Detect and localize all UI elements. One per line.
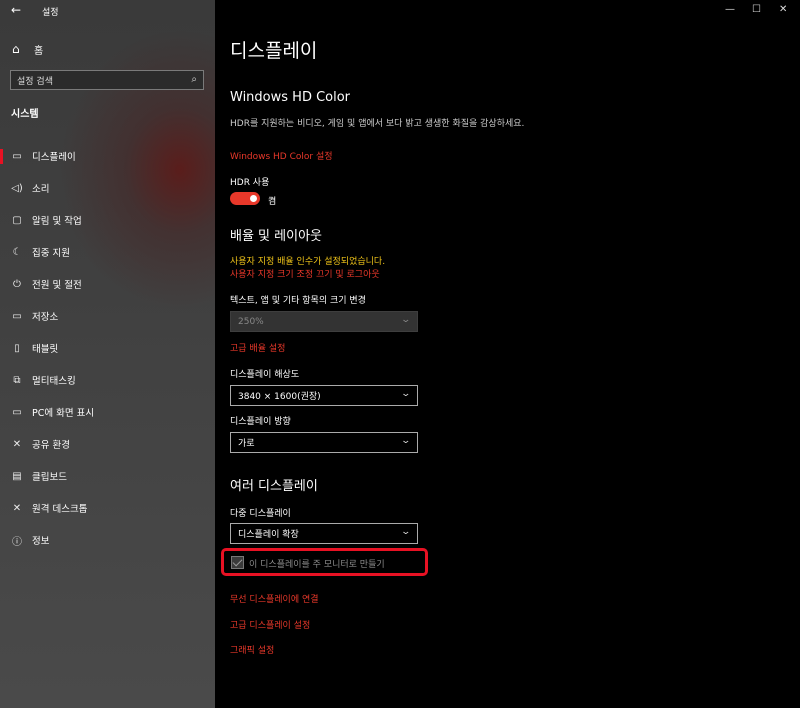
chevron-down-icon: ⌄	[400, 315, 412, 325]
section-heading-system: 시스템	[11, 109, 39, 120]
home-icon: ⌂	[12, 42, 20, 56]
sidebar-item-label: 저장소	[32, 312, 59, 323]
speaker-icon: ◁)	[11, 182, 23, 194]
sidebar-item-label: 원격 데스크톱	[32, 504, 88, 515]
hdr-toggle[interactable]	[230, 192, 260, 205]
titlebar: ← 설정	[0, 0, 215, 22]
multi-display-value: 디스플레이 확장	[238, 530, 299, 540]
sidebar-nav: ▭ 디스플레이 ◁) 소리 ▢ 알림 및 작업 ☾ 집중 지원 ⏻ 전원 및 절전 ▭ 저장소 ▯ 태블릿…	[0, 140, 215, 556]
scale-value: 250%	[238, 316, 264, 327]
search-placeholder: 설정 검색	[17, 76, 53, 87]
sidebar-item[interactable]: ✕ 원격 데스크톱	[0, 492, 215, 524]
chevron-down-icon: ⌄	[400, 527, 412, 537]
orientation-value: 가로	[238, 439, 255, 449]
main-display-checkbox-label: 이 디스플레이를 주 모니터로 만들기	[249, 560, 385, 570]
wireless-display-link[interactable]: 무선 디스플레이에 연결	[230, 592, 319, 605]
hdr-heading: Windows HD Color	[230, 90, 351, 105]
sidebar-item[interactable]: ▭ PC에 화면 표시	[0, 396, 215, 428]
sidebar-item-label: 공유 환경	[32, 440, 70, 451]
advanced-display-link[interactable]: 고급 디스플레이 설정	[230, 618, 310, 631]
size-label: 텍스트, 앱 및 기타 항목의 크기 변경	[230, 296, 366, 306]
remote-desktop-icon: ✕	[12, 502, 22, 514]
multi-display-heading: 여러 디스플레이	[230, 479, 318, 494]
custom-scale-warning: 사용자 지정 배율 인수가 설정되었습니다.	[230, 257, 386, 267]
resolution-dropdown[interactable]: 3840 × 1600(권장) ⌄	[230, 385, 418, 406]
sidebar-item-label: 태블릿	[32, 344, 59, 355]
graphics-settings-link[interactable]: 그래픽 설정	[230, 643, 274, 656]
sidebar-item[interactable]: ☾ 집중 지원	[0, 236, 215, 268]
sidebar-item[interactable]: ⧉ 멀티태스킹	[0, 364, 215, 396]
resolution-value: 3840 × 1600(권장)	[238, 392, 321, 402]
sidebar-item-label: 집중 지원	[32, 248, 70, 259]
sidebar: ← 설정 ⌂ 홈 설정 검색 ⌕ 시스템 ▭ 디스플레이 ◁) 소리 ▢ 알림 및 작업 ☾…	[0, 0, 215, 708]
sidebar-item[interactable]: ▯ 태블릿	[0, 332, 215, 364]
page-title: 디스플레이	[230, 40, 318, 62]
sidebar-item[interactable]: ◁) 소리	[0, 172, 215, 204]
sidebar-item[interactable]: ▭ 디스플레이	[0, 140, 215, 172]
sidebar-item[interactable]: ▤ 클립보드	[0, 460, 215, 492]
sidebar-item-label: 디스플레이	[32, 152, 76, 163]
scale-heading: 배율 및 레이아웃	[230, 229, 322, 244]
info-icon: ⓘ	[12, 536, 22, 548]
sidebar-item[interactable]: ⓘ 정보	[0, 524, 215, 556]
hdr-description: HDR를 지원하는 비디오, 게임 및 앱에서 보다 밝고 생생한 화질을 감상…	[230, 119, 525, 129]
sidebar-item-label: 소리	[32, 184, 50, 195]
power-icon: ⏻	[13, 278, 21, 290]
project-icon: ▭	[12, 406, 22, 418]
chevron-down-icon: ⌄	[400, 436, 412, 446]
hdr-settings-link[interactable]: Windows HD Color 설정	[230, 149, 333, 162]
sidebar-item[interactable]: ▢ 알림 및 작업	[0, 204, 215, 236]
multi-display-label: 다중 디스플레이	[230, 509, 291, 519]
share-icon: ✕	[12, 438, 22, 450]
storage-icon: ▭	[12, 310, 22, 322]
clipboard-icon: ▤	[12, 470, 22, 482]
notification-icon: ▢	[12, 214, 22, 226]
main-content: 디스플레이 Windows HD Color HDR를 지원하는 비디오, 게임…	[215, 0, 800, 708]
chevron-down-icon: ⌄	[400, 389, 412, 399]
sidebar-item-label: 알림 및 작업	[32, 216, 82, 227]
sidebar-item[interactable]: ⏻ 전원 및 절전	[0, 268, 215, 300]
advanced-scaling-link[interactable]: 고급 배율 설정	[230, 341, 285, 354]
resolution-label: 디스플레이 해상도	[230, 370, 300, 380]
custom-scale-signout-link[interactable]: 사용자 지정 크기 조정 끄기 및 로그아웃	[230, 267, 380, 280]
multitasking-icon: ⧉	[13, 374, 21, 386]
main-display-checkbox	[231, 556, 244, 569]
sidebar-item-home[interactable]: ⌂ 홈	[12, 40, 202, 58]
sidebar-item-label: 정보	[32, 536, 50, 547]
sidebar-item-label: 멀티태스킹	[32, 376, 76, 387]
sidebar-item[interactable]: ✕ 공유 환경	[0, 428, 215, 460]
moon-icon: ☾	[12, 246, 22, 258]
search-icon[interactable]: ⌕	[191, 74, 197, 85]
search-input[interactable]: 설정 검색 ⌕	[10, 70, 204, 90]
sidebar-item-label: PC에 화면 표시	[32, 408, 95, 419]
hdr-toggle-state: 켬	[268, 197, 277, 207]
monitor-icon: ▭	[12, 150, 22, 162]
multi-display-dropdown[interactable]: 디스플레이 확장 ⌄	[230, 523, 418, 544]
hdr-toggle-label: HDR 사용	[230, 178, 270, 188]
sidebar-item-label: 클립보드	[32, 472, 67, 483]
sidebar-item-label: 전원 및 절전	[32, 280, 82, 291]
tablet-icon: ▯	[14, 342, 20, 354]
orientation-label: 디스플레이 방향	[230, 417, 291, 427]
orientation-dropdown[interactable]: 가로 ⌄	[230, 432, 418, 453]
window-title: 설정	[42, 8, 59, 18]
sidebar-item[interactable]: ▭ 저장소	[0, 300, 215, 332]
scale-dropdown: 250% ⌄	[230, 311, 418, 332]
back-arrow-icon[interactable]: ←	[11, 3, 21, 17]
home-label: 홈	[34, 45, 44, 57]
